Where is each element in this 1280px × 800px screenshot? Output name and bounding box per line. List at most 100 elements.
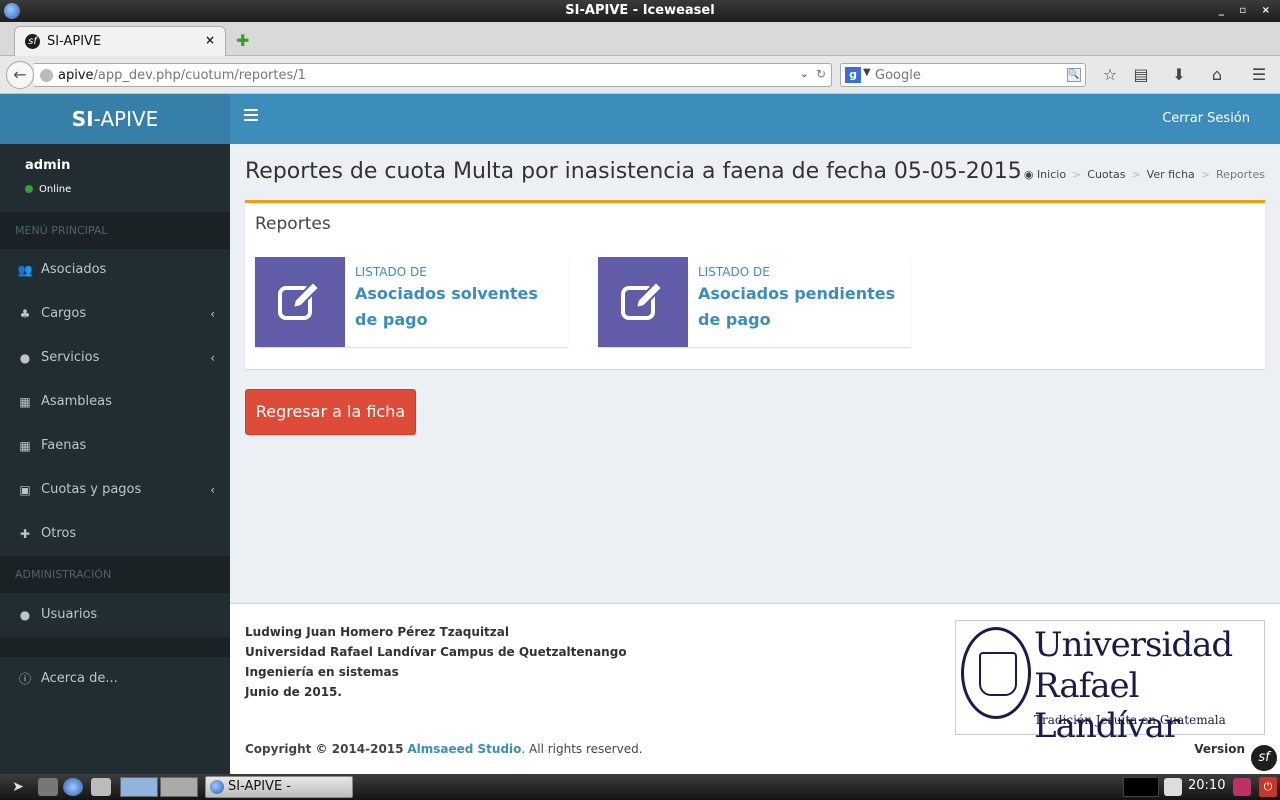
chevron-left-icon: ‹ [210,307,215,321]
start-menu-icon[interactable]: ➤ [4,777,32,797]
sidebar-item-asociados[interactable]: 👥 Asociados [0,248,230,292]
symfony-toolbar-icon[interactable]: sf [1251,745,1277,771]
sidebar-item-cuotas-pagos[interactable]: ▣ Cuotas y pagos ‹ [0,468,230,512]
taskbar-clock[interactable]: 20:10 [1188,778,1225,793]
sidebar-item-usuarios[interactable]: ● Usuarios [0,593,230,637]
tab-strip: sf SI-APIVE × ✚ [0,22,1280,56]
user-status: Online [25,184,71,195]
bookmarks-menu-icon[interactable]: ▤ [1130,64,1152,86]
sidebar-item-label: Asambleas [41,394,112,409]
file-manager-icon[interactable] [91,778,111,796]
user-panel: admin Online [0,144,230,210]
tray-app-icon[interactable] [1233,778,1251,796]
sidebar-item-asambleas[interactable]: ▦ Asambleas [0,380,230,424]
box-title: Reportes [255,214,331,234]
show-desktop-icon[interactable] [38,778,58,796]
window-controls[interactable]: _ ▫ × [1219,0,1276,22]
sidebar-item-cargos[interactable]: ♣ Cargos ‹ [0,292,230,336]
report-subtitle: LISTADO DE [698,265,770,279]
footer: Ludwing Juan Homero Pérez Tzaquitzal Uni… [230,603,1280,774]
search-tray-icon[interactable] [1164,778,1182,796]
site-identity-icon[interactable] [40,69,53,82]
university-name-line1: Universidad [1034,625,1233,665]
sidebar-toggle-icon[interactable] [244,109,258,121]
back-to-ficha-button[interactable]: Regresar a la ficha [245,389,416,435]
report-link-solventes[interactable]: Asociados solventes de pago [355,281,560,333]
symfony-favicon-icon: sf [25,34,40,49]
breadcrumb-cuotas[interactable]: Cuotas [1087,168,1125,181]
browser-tab[interactable]: sf SI-APIVE × [14,26,226,56]
sidebar-item-label: Asociados [41,262,107,277]
search-bar[interactable]: g ▼ 🔍 [840,63,1086,87]
breadcrumb-inicio[interactable]: Inicio [1037,168,1066,181]
chevron-left-icon: ‹ [210,351,215,365]
taskbar: ➤ SI-APIVE - Icewea... 20:10 ⏻ [0,774,1280,800]
sitemap-icon: ♣ [19,307,31,321]
hamburger-menu-icon[interactable]: ☰ [1248,64,1270,86]
window-title: SI-APIVE - Iceweasel [565,3,715,18]
google-engine-icon[interactable]: g [845,67,861,83]
report-link-pendientes[interactable]: Asociados pendientes de pago [698,281,903,333]
close-tab-icon[interactable]: × [205,33,215,47]
edit-icon [255,257,345,347]
search-go-icon[interactable]: 🔍 [1067,68,1081,82]
power-icon[interactable]: ⏻ [1259,777,1277,797]
copyright-prefix: Copyright © 2014-2015 [245,742,404,756]
engine-dropdown-icon[interactable]: ▼ [863,67,871,78]
breadcrumb: ◉ Inicio > Cuotas > Ver ficha > Reportes [1023,168,1265,181]
sidebar-item-faenas[interactable]: ▦ Faenas [0,424,230,468]
browser-launcher-icon[interactable] [63,778,83,796]
breadcrumb-reportes: Reportes [1216,168,1265,181]
plus-icon: ✚ [19,527,31,541]
dashboard-icon: ◉ [1023,168,1034,181]
logout-link[interactable]: Cerrar Sesión [1162,111,1250,126]
university-seal-icon [961,627,1031,719]
app-header: Cerrar Sesión [230,94,1280,144]
user-name: admin [25,158,71,173]
sidebar-item-label: Acerca de... [41,671,118,686]
university-tagline: Tradición Jesuita en Guatemala [1034,713,1226,727]
sidebar-item-label: Cargos [41,306,87,321]
copyright-suffix: . All rights reserved. [521,742,643,756]
url-bar[interactable]: apive/app_dev.php/cuotum/reportes/1 ⌄ ↻ [34,63,832,87]
sidebar-divider [0,637,230,657]
report-pendientes-card[interactable]: LISTADO DE Asociados pendientes de pago [598,257,911,347]
breadcrumb-ver-ficha[interactable]: Ver ficha [1147,168,1195,181]
credit-author: Ludwing Juan Homero Pérez Tzaquitzal [245,625,509,639]
sidebar-item-label: Otros [41,526,77,541]
url-dropdown-icon[interactable]: ⌄ [800,67,809,80]
calendar-icon: ▦ [19,439,31,453]
report-solventes-card[interactable]: LISTADO DE Asociados solventes de pago [255,257,568,347]
new-tab-icon[interactable]: ✚ [236,31,249,50]
university-logo: Universidad Rafael Landívar Tradición Je… [955,620,1265,746]
sidebar-item-acerca[interactable]: ⓘ Acerca de... [0,657,230,701]
downloads-icon[interactable]: ⬇ [1168,64,1190,86]
app-logo[interactable]: SI-APIVE [0,94,230,144]
sidebar-item-otros[interactable]: ✚ Otros [0,512,230,556]
studio-link[interactable]: Almsaeed Studio [407,742,521,756]
university-name-line2: Rafael Landívar [1034,666,1180,746]
page-title: Reportes de cuota Multa por inasistencia… [245,159,1022,184]
credit-university: Universidad Rafael Landívar Campus de Qu… [245,645,627,659]
main-content: Reportes de cuota Multa por inasistencia… [230,144,1280,603]
home-icon[interactable]: ⌂ [1206,64,1228,86]
credits: Ludwing Juan Homero Pérez Tzaquitzal Uni… [245,622,627,702]
report-subtitle: LISTADO DE [355,265,427,279]
window-titlebar: SI-APIVE - Iceweasel _ ▫ × [0,0,1280,22]
tint-icon: ● [19,351,31,365]
chevron-left-icon: ‹ [210,483,215,497]
credit-career: Ingeniería en sistemas [245,665,399,679]
credit-date: Junio de 2015. [245,685,342,699]
desktop-2-pager[interactable] [160,777,198,797]
desktop-1-pager[interactable] [120,777,158,797]
back-button[interactable]: ← [6,61,34,89]
taskbar-window-button[interactable]: SI-APIVE - Icewea... [205,776,353,800]
url-text[interactable]: apive/app_dev.php/cuotum/reportes/1 [58,68,306,83]
logo-bold: SI [71,107,94,131]
sidebar-item-servicios[interactable]: ● Servicios ‹ [0,336,230,380]
reload-icon[interactable]: ↻ [816,67,826,81]
search-input[interactable] [875,66,1065,84]
bookmark-star-icon[interactable]: ☆ [1099,64,1121,86]
url-host: apive [58,68,94,83]
cpu-monitor-graph [1123,777,1159,797]
